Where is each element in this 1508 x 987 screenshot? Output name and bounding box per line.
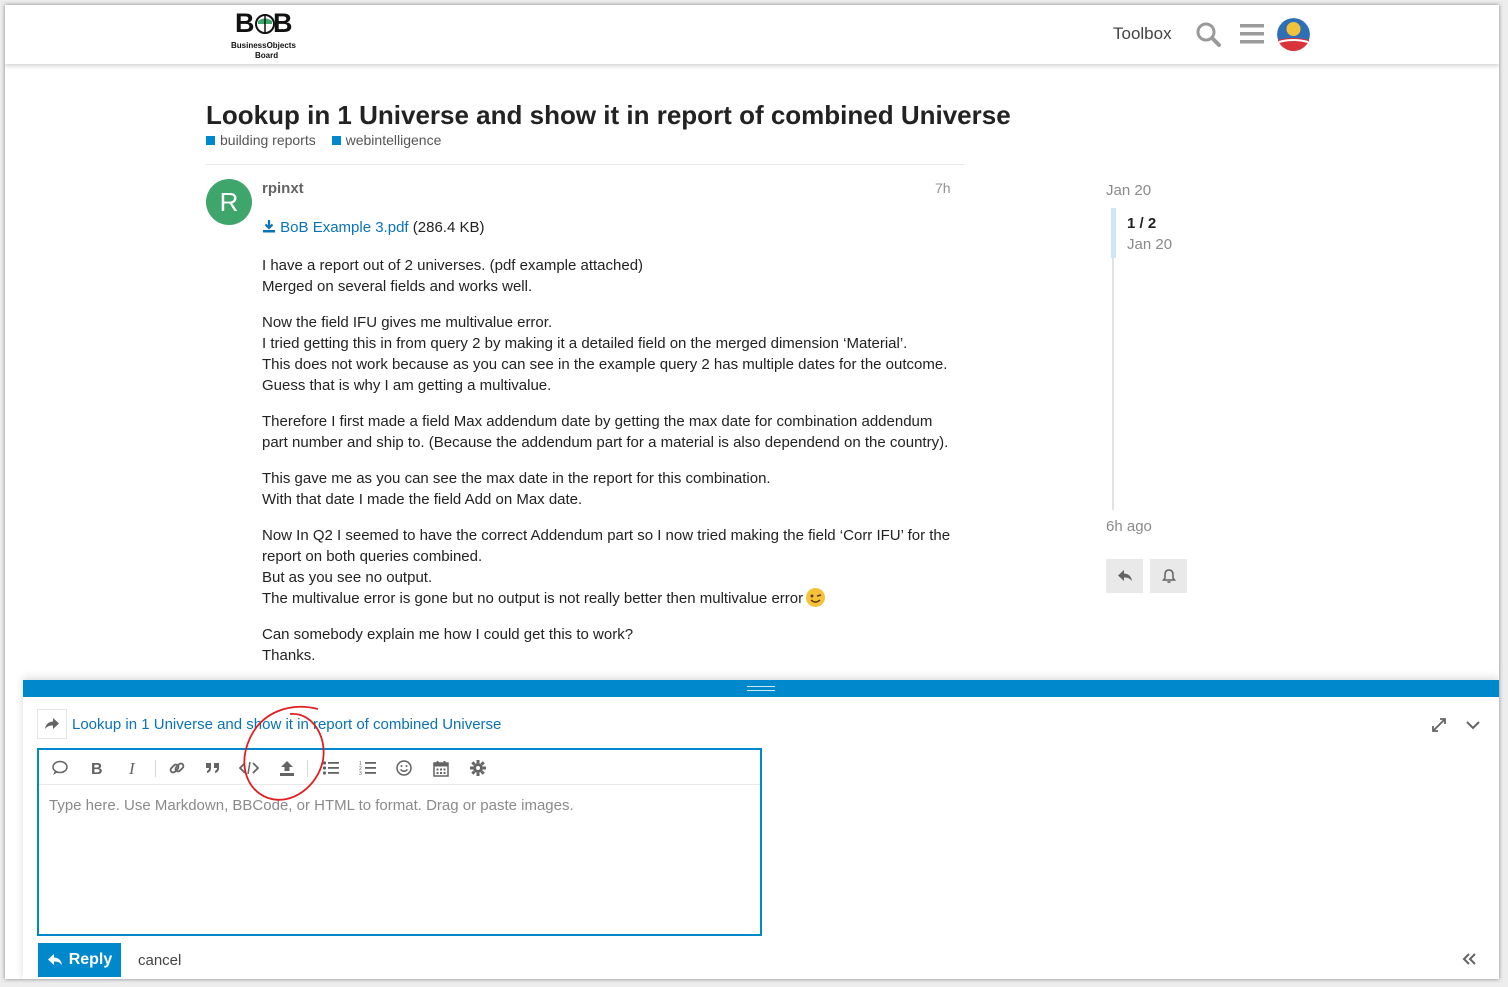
toolbar-divider [155, 760, 156, 777]
logo-subtitle: BusinessObjects [231, 41, 296, 50]
emoji-icon[interactable] [390, 756, 418, 780]
bold-icon[interactable]: B [83, 756, 111, 780]
post-line: But as you see no output. [262, 569, 433, 586]
editor-toolbar: B I 1 2 3 [39, 750, 760, 785]
toolbox-link[interactable]: Toolbox [1113, 24, 1172, 44]
blockquote-icon[interactable] [199, 756, 227, 780]
fullscreen-icon[interactable] [1428, 714, 1450, 736]
calendar-icon[interactable] [427, 756, 455, 780]
post-body: I have a report out of 2 universes. (pdf… [262, 255, 962, 681]
category-color-swatch [206, 136, 215, 145]
post-line: With that date I made the field Add on M… [262, 491, 583, 508]
svg-text:B: B [91, 761, 103, 776]
post-line: Now In Q2 I seemed to have the correct A… [262, 527, 951, 544]
numbered-list-icon[interactable]: 123 [354, 756, 382, 780]
post-line: Thanks. [262, 647, 316, 664]
notification-bell-button[interactable] [1150, 559, 1187, 593]
wink-emoji-icon [806, 588, 826, 607]
reply-button-label: Reply [68, 951, 113, 968]
attachment-link[interactable]: BoB Example 3.pdf [262, 219, 409, 236]
timeline-current-date: Jan 20 [1127, 236, 1173, 253]
category-badge-building-reports[interactable]: building reports [206, 132, 316, 148]
download-icon [263, 220, 275, 233]
user-avatar[interactable] [1277, 18, 1310, 51]
post-paragraph: This gave me as you can see the max date… [262, 468, 962, 510]
gear-icon[interactable] [464, 756, 492, 780]
post-line: Merged on several fields and works well. [262, 278, 533, 295]
timeline-last-activity[interactable]: 6h ago [1106, 518, 1152, 535]
minimize-chevron-icon[interactable] [1462, 714, 1484, 736]
post-line: Can somebody explain me how I could get … [262, 626, 634, 643]
post-paragraph: Now In Q2 I seemed to have the correct A… [262, 525, 962, 609]
link-icon[interactable] [163, 756, 191, 780]
italic-icon[interactable]: I [119, 756, 147, 780]
category-label: building reports [220, 132, 316, 148]
reply-submit-button[interactable]: Reply [38, 943, 121, 977]
upload-icon[interactable] [273, 756, 301, 780]
topic-title[interactable]: Lookup in 1 Universe and show it in repo… [206, 100, 1011, 131]
category-list: building reports webintelligence [206, 132, 453, 148]
post-line: part number and ship to. (Because the ad… [262, 434, 949, 451]
post-line: Now the field IFU gives me multivalue er… [262, 314, 553, 331]
site-logo[interactable]: BoB BusinessObjects Board [229, 8, 309, 61]
category-label: webintelligence [345, 132, 442, 148]
search-icon[interactable] [1193, 19, 1223, 49]
bell-icon [1161, 569, 1176, 583]
editor-box: B I 1 2 3 Type here. Use Markdown, BBCod… [37, 748, 762, 936]
collapse-preview-icon[interactable] [1458, 949, 1480, 969]
page-frame: BoB BusinessObjects Board Toolbox L [5, 5, 1499, 979]
reply-action-dropdown[interactable] [37, 709, 67, 739]
code-icon[interactable] [235, 756, 263, 780]
post-paragraph: Therefore I first made a field Max adden… [262, 411, 962, 453]
post-attachment: BoB Example 3.pdf (286.4 KB) [262, 219, 484, 236]
post-paragraph: Now the field IFU gives me multivalue er… [262, 312, 962, 396]
share-arrow-icon [45, 718, 59, 729]
reply-icon [47, 954, 62, 965]
hamburger-menu-icon[interactable] [1237, 19, 1267, 49]
composer-resize-handle[interactable] [23, 680, 1499, 697]
post-line: This does not work because as you can se… [262, 356, 948, 373]
timeline-scroll-handle[interactable] [1111, 208, 1116, 258]
reply-to-topic-link[interactable]: Lookup in 1 Universe and show it in repo… [72, 716, 501, 733]
attachment-size: (286.4 KB) [412, 219, 485, 236]
post-avatar[interactable]: R [206, 179, 252, 225]
post-line: I have a report out of 2 universes. (pdf… [262, 257, 644, 274]
timeline-reply-button[interactable] [1106, 559, 1143, 593]
logo-subtitle-2: Board [255, 51, 279, 60]
composer-textarea[interactable] [39, 786, 760, 934]
grip-lines-icon [747, 686, 775, 691]
toolbar-divider [307, 760, 308, 777]
post-line: I tried getting this in from query 2 by … [262, 335, 908, 352]
timeline-post-count: 1 / 2 [1127, 215, 1157, 232]
reply-icon [1117, 570, 1132, 581]
post-line: The multivalue error is gone but no outp… [262, 590, 804, 607]
svg-text:3: 3 [359, 771, 362, 776]
post-paragraph: Can somebody explain me how I could get … [262, 624, 962, 666]
post-line: This gave me as you can see the max date… [262, 470, 771, 487]
cancel-link[interactable]: cancel [138, 952, 181, 969]
post-age[interactable]: 7h [935, 180, 951, 196]
post-line: Therefore I first made a field Max adden… [262, 413, 933, 430]
svg-text:I: I [128, 760, 136, 776]
attachment-name: BoB Example 3.pdf [280, 219, 409, 236]
post-username[interactable]: rpinxt [262, 180, 304, 197]
post-line: report on both queries combined. [262, 548, 483, 565]
bullet-list-icon[interactable] [317, 756, 345, 780]
category-color-swatch [331, 136, 341, 145]
site-header: BoB BusinessObjects Board Toolbox [5, 5, 1499, 64]
timeline-start-date[interactable]: Jan 20 [1106, 182, 1151, 199]
quote-icon[interactable] [46, 756, 74, 780]
logo-globe-icon [255, 14, 275, 34]
post-paragraph: I have a report out of 2 universes. (pdf… [262, 255, 962, 297]
post-line: Guess that is why I am getting a multiva… [262, 377, 552, 394]
category-badge-webintelligence[interactable]: webintelligence [331, 132, 442, 148]
reply-composer: Lookup in 1 Universe and show it in repo… [23, 680, 1499, 979]
title-divider [206, 164, 964, 165]
